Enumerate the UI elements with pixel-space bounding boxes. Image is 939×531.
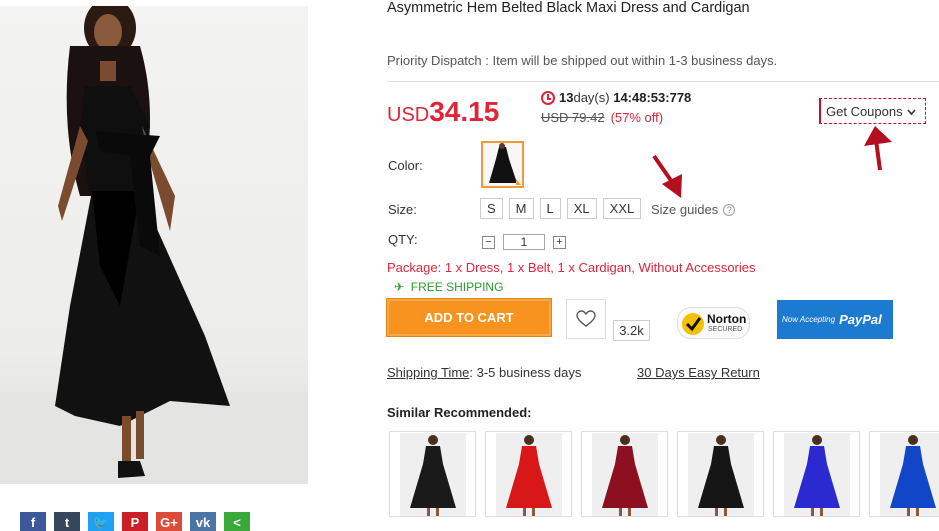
similar-product-image — [698, 435, 744, 516]
similar-product-card[interactable] — [869, 431, 939, 517]
plane-icon: ✈ — [394, 280, 405, 294]
qty-decrement-button[interactable]: − — [482, 235, 495, 249]
timer-days: 13 — [559, 90, 574, 105]
norton-sublabel: SECURED — [708, 326, 743, 333]
get-coupons-button[interactable]: Get Coupons — [819, 98, 926, 124]
model-illustration — [55, 6, 230, 478]
size-option-xl[interactable]: XL — [566, 198, 597, 219]
facebook-icon[interactable]: f — [20, 512, 46, 531]
timer-time: 14:48:53:778 — [613, 90, 692, 105]
help-icon: ? — [723, 203, 736, 216]
googleplus-icon[interactable]: G+ — [156, 512, 182, 531]
annotation-arrow-icon — [864, 126, 892, 171]
similar-product-card[interactable] — [485, 431, 572, 517]
divider — [387, 81, 939, 82]
size-guides-label: Size guides — [651, 202, 719, 217]
share-bar: f t 🐦 P G+ vk < — [20, 512, 250, 531]
product-title: Asymmetric Hem Belted Black Maxi Dress a… — [387, 0, 750, 16]
norton-label: Norton — [707, 312, 747, 326]
size-option-xxl[interactable]: XXL — [602, 198, 642, 219]
shipping-time-value: : 3-5 business days — [469, 365, 582, 380]
size-option-l[interactable]: L — [539, 198, 561, 219]
paypal-badge: Now Accepting PayPal — [777, 300, 893, 339]
size-option-m[interactable]: M — [508, 198, 534, 219]
quantity-stepper: − 1 + — [482, 234, 566, 250]
paypal-logo-text: PayPal — [839, 312, 882, 327]
similar-product-image — [794, 435, 840, 516]
share-icon[interactable]: < — [224, 512, 250, 531]
size-option-s[interactable]: S — [480, 198, 503, 219]
size-options: S M L XL XXL — [480, 198, 642, 219]
price-currency: USD — [387, 104, 430, 126]
similar-product-image — [890, 435, 936, 516]
easy-return-link[interactable]: 30 Days Easy Return — [637, 365, 760, 380]
price-amount: 34.15 — [429, 96, 500, 127]
timer-days-label: day(s) — [573, 90, 610, 105]
add-to-cart-button[interactable]: ADD TO CART — [387, 299, 551, 336]
swatch-thumbnail — [489, 143, 521, 185]
similar-product-card[interactable] — [773, 431, 860, 517]
similar-product-image — [410, 435, 456, 516]
size-label: Size: — [388, 202, 417, 217]
twitter-icon[interactable]: 🐦 — [88, 512, 114, 531]
chevron-down-icon — [907, 109, 916, 116]
annotation-arrow-icon — [652, 154, 682, 198]
color-swatch-black[interactable] — [481, 141, 524, 188]
heart-icon — [576, 310, 596, 327]
product-main-image[interactable] — [0, 6, 308, 484]
shipping-time: Shipping Time: 3-5 business days — [387, 365, 581, 380]
size-guides-link[interactable]: Size guides ? — [651, 202, 736, 217]
clock-icon — [541, 90, 555, 105]
shipping-time-link[interactable]: Shipping Time — [387, 365, 469, 380]
current-price: USD34.15 — [387, 96, 499, 128]
discount-percent: (57% off) — [610, 110, 664, 125]
old-price: USD 79.42 — [541, 110, 605, 125]
pinterest-icon[interactable]: P — [122, 512, 148, 531]
vk-icon[interactable]: vk — [190, 512, 216, 531]
wishlist-button[interactable] — [566, 299, 606, 339]
similar-product-card[interactable] — [581, 431, 668, 517]
similar-products-list — [389, 431, 939, 517]
get-coupons-label: Get Coupons — [826, 104, 903, 119]
countdown-timer: 13 day(s) 14:48:53:778 — [541, 90, 691, 105]
free-shipping: ✈ FREE SHIPPING — [394, 280, 503, 294]
similar-product-card[interactable] — [677, 431, 764, 517]
color-label: Color: — [388, 158, 423, 173]
package-contents: Package: 1 x Dress, 1 x Belt, 1 x Cardig… — [387, 260, 756, 275]
free-shipping-label: FREE SHIPPING — [410, 280, 504, 294]
tumblr-icon[interactable]: t — [54, 512, 80, 531]
similar-product-image — [602, 435, 648, 516]
qty-input[interactable]: 1 — [503, 234, 545, 250]
dispatch-note: Priority Dispatch : Item will be shipped… — [387, 53, 778, 68]
old-price-row: USD 79.42 (57% off) — [541, 110, 663, 125]
similar-product-card[interactable] — [389, 431, 476, 517]
norton-secured-badge: Norton SECURED — [677, 307, 750, 339]
paypal-small-text: Now Accepting — [782, 315, 836, 324]
similar-recommended-title: Similar Recommended: — [387, 405, 532, 420]
qty-label: QTY: — [388, 232, 418, 247]
similar-product-image — [506, 435, 552, 516]
likes-count: 3.2k — [613, 320, 650, 341]
qty-increment-button[interactable]: + — [553, 235, 566, 249]
